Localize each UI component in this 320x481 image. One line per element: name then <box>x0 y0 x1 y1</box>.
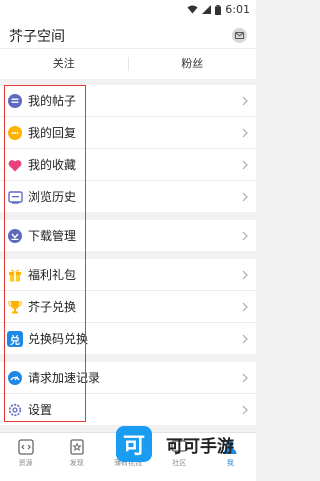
mail-icon <box>235 32 244 39</box>
history-icon <box>7 189 23 205</box>
chevron-right-icon <box>242 270 248 280</box>
header: 芥子空间 <box>0 20 256 48</box>
redeem-code-glyph: 兑 <box>10 335 20 347</box>
reply-icon <box>7 125 23 141</box>
menu-item-history[interactable]: 浏览历史 <box>0 181 256 212</box>
menu-item-label: 请求加速记录 <box>28 371 101 385</box>
chevron-right-icon <box>242 128 248 138</box>
chevron-right-icon <box>242 160 248 170</box>
menu-item-mustard-exchange[interactable]: 芥子兑换 <box>0 291 256 323</box>
menu-item-label: 福利礼包 <box>28 268 77 282</box>
status-time: 6:01 <box>225 3 250 16</box>
speedup-icon <box>7 370 23 386</box>
menu-item-label: 我的收藏 <box>28 158 77 172</box>
menu-item-my-replies[interactable]: 我的回复 <box>0 117 256 149</box>
nav-label: 发现 <box>69 459 84 467</box>
chevron-right-icon <box>242 192 248 202</box>
chevron-right-icon <box>242 96 248 106</box>
gift-icon <box>7 267 23 283</box>
status-bar: 6:01 <box>0 0 256 20</box>
watermark: 可 可可手游 <box>116 424 256 464</box>
posts-icon <box>7 93 23 109</box>
watermark-text: 可可手游 <box>166 436 234 457</box>
menu-item-redeem-code[interactable]: 兑 兑换码兑换 <box>0 323 256 354</box>
tab-following[interactable]: 关注 <box>0 49 128 79</box>
menu-item-label: 浏览历史 <box>28 190 77 204</box>
group-gap <box>0 212 256 220</box>
nav-label: 资源 <box>18 459 33 467</box>
page-title: 芥子空间 <box>9 29 65 45</box>
watermark-logo: 可 <box>116 426 152 462</box>
menu-item-my-favorites[interactable]: 我的收藏 <box>0 149 256 181</box>
menu-group-rewards: 福利礼包 芥子兑换 兑 兑换码兑换 <box>0 259 256 354</box>
menu-item-settings[interactable]: 设置 <box>0 394 256 425</box>
menu-group-personal: 我的帖子 我的回复 我的收藏 浏览历史 <box>0 85 256 212</box>
chevron-right-icon <box>242 302 248 312</box>
chevron-right-icon <box>242 334 248 344</box>
trophy-icon <box>7 299 23 315</box>
wifi-icon <box>187 5 198 14</box>
menu-item-label: 下载管理 <box>28 229 77 243</box>
mail-button[interactable] <box>232 28 247 43</box>
status-icons: 6:01 <box>187 3 250 16</box>
signal-icon <box>202 5 212 14</box>
nav-discover[interactable]: 发现 <box>51 433 102 481</box>
chevron-right-icon <box>242 373 248 383</box>
menu-item-speedup-records[interactable]: 请求加速记录 <box>0 362 256 394</box>
chevron-right-icon <box>242 405 248 415</box>
menu-list: 我的帖子 我的回复 我的收藏 浏览历史 下载管理 福利礼包 芥子兑换 兑 兑换码… <box>0 85 256 425</box>
menu-group-misc: 请求加速记录 设置 <box>0 362 256 425</box>
tab-followers[interactable]: 粉丝 <box>129 49 257 79</box>
settings-icon <box>7 402 23 418</box>
menu-item-label: 我的帖子 <box>28 94 77 108</box>
download-icon <box>7 228 23 244</box>
redeem-code-icon: 兑 <box>7 331 23 347</box>
menu-item-label: 设置 <box>28 403 53 417</box>
resource-icon <box>17 439 34 455</box>
menu-item-label: 我的回复 <box>28 126 77 140</box>
menu-item-label: 芥子兑换 <box>28 300 77 314</box>
nav-resources[interactable]: 资源 <box>0 433 51 481</box>
menu-item-gift-pack[interactable]: 福利礼包 <box>0 259 256 291</box>
menu-group-downloads: 下载管理 <box>0 220 256 251</box>
heart-icon <box>7 157 23 173</box>
discover-icon <box>70 439 84 455</box>
menu-item-my-posts[interactable]: 我的帖子 <box>0 85 256 117</box>
menu-item-label: 兑换码兑换 <box>28 332 89 346</box>
menu-item-downloads[interactable]: 下载管理 <box>0 220 256 251</box>
group-gap <box>0 354 256 362</box>
follow-tabs: 关注 粉丝 <box>0 48 256 79</box>
group-gap <box>0 251 256 259</box>
battery-icon <box>215 4 222 15</box>
chevron-right-icon <box>242 231 248 241</box>
